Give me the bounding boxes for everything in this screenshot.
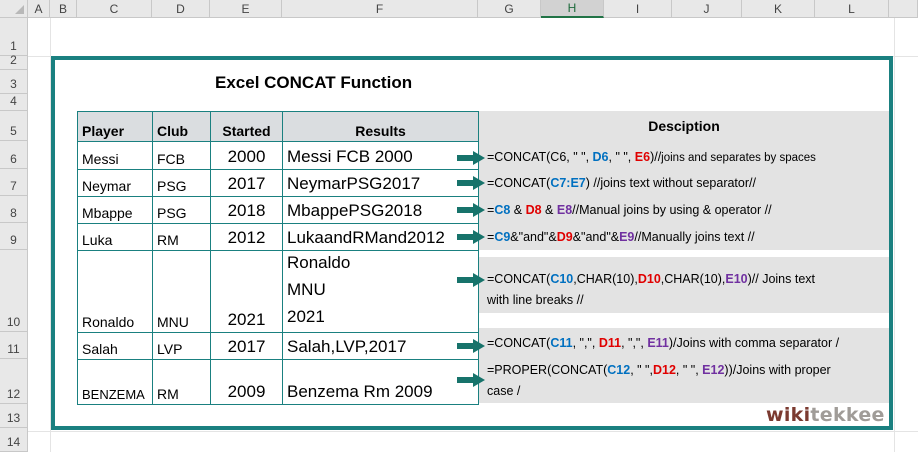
cell-club[interactable]: LVP bbox=[152, 332, 211, 360]
cell-result[interactable]: MbappePSG2018 bbox=[282, 196, 479, 224]
cell-result[interactable]: NeymarPSG2017 bbox=[282, 169, 479, 197]
cell-result[interactable]: Benzema Rm 2009 bbox=[282, 359, 479, 405]
cell-player[interactable]: Neymar bbox=[77, 169, 153, 197]
row-header-9[interactable]: 9 bbox=[0, 223, 28, 250]
arrow-right-icon bbox=[457, 151, 485, 165]
column-header-f[interactable]: F bbox=[282, 0, 478, 18]
arrow-right-icon bbox=[457, 339, 485, 353]
cell-player[interactable]: Mbappe bbox=[77, 196, 153, 224]
formula-description[interactable]: =CONCAT(C7:E7) //joins text without sepa… bbox=[487, 173, 756, 194]
cell-player[interactable]: BENZEMA bbox=[77, 359, 153, 405]
arrow-right-icon bbox=[457, 373, 485, 387]
cell-started[interactable]: 2000 bbox=[210, 141, 283, 170]
description-header: Desciption bbox=[648, 118, 720, 134]
header-player[interactable]: Player bbox=[77, 111, 153, 142]
arrow-right-icon bbox=[457, 203, 485, 217]
cell-result[interactable]: Messi FCB 2000 bbox=[282, 141, 479, 170]
row-header-4[interactable]: 4 bbox=[0, 94, 28, 111]
column-header-h[interactable]: H bbox=[541, 0, 604, 18]
column-header-i[interactable]: I bbox=[604, 0, 672, 18]
column-header-l[interactable]: L bbox=[815, 0, 889, 18]
cell-started[interactable]: 2021 bbox=[210, 250, 283, 333]
cell-result[interactable]: Salah,LVP,2017 bbox=[282, 332, 479, 360]
header-started[interactable]: Started bbox=[210, 111, 283, 142]
row-header-11[interactable]: 11 bbox=[0, 332, 28, 359]
row-header-8[interactable]: 8 bbox=[0, 196, 28, 223]
select-all-corner[interactable] bbox=[0, 0, 28, 18]
column-header-d[interactable]: D bbox=[152, 0, 210, 18]
column-header-k[interactable]: K bbox=[742, 0, 815, 18]
formula-description[interactable]: =CONCAT(C6, " ", D6, " ", E6)//joins and… bbox=[487, 147, 816, 169]
result-line: Ronaldo bbox=[287, 253, 351, 272]
gridline bbox=[28, 431, 918, 432]
row-header-13[interactable]: 13 bbox=[0, 404, 28, 428]
cell-player[interactable]: Ronaldo bbox=[77, 250, 153, 333]
column-header-e[interactable]: E bbox=[210, 0, 282, 18]
column-header-c[interactable]: C bbox=[77, 0, 152, 18]
column-header-j[interactable]: J bbox=[672, 0, 742, 18]
column-header-m[interactable] bbox=[889, 0, 918, 18]
header-club[interactable]: Club bbox=[152, 111, 211, 142]
sheet-title: Excel CONCAT Function bbox=[215, 73, 413, 92]
gridline bbox=[894, 18, 895, 452]
row-header-7[interactable]: 7 bbox=[0, 169, 28, 196]
column-header-a[interactable]: A bbox=[28, 0, 50, 18]
formula-description[interactable]: =PROPER(CONCAT(C12, " ",D12, " ", E12))/… bbox=[487, 360, 831, 402]
cell-player[interactable]: Messi bbox=[77, 141, 153, 170]
cell-player[interactable]: Salah bbox=[77, 332, 153, 360]
cell-club[interactable]: FCB bbox=[152, 141, 211, 170]
row-header-6[interactable]: 6 bbox=[0, 141, 28, 169]
result-line: MNU bbox=[287, 280, 326, 299]
arrow-right-icon bbox=[457, 176, 485, 190]
cell-club[interactable]: PSG bbox=[152, 196, 211, 224]
row-header-3[interactable]: 3 bbox=[0, 70, 28, 94]
cell-club[interactable]: PSG bbox=[152, 169, 211, 197]
cell-player[interactable]: Luka bbox=[77, 223, 153, 251]
arrow-right-icon bbox=[457, 273, 485, 287]
cell-club[interactable]: MNU bbox=[152, 250, 211, 333]
row-header-14[interactable]: 14 bbox=[0, 428, 28, 452]
cell-started[interactable]: 2018 bbox=[210, 196, 283, 224]
row-header-10[interactable]: 10 bbox=[0, 250, 28, 332]
formula-description[interactable]: =C8 & D8 & E8//Manual joins by using & o… bbox=[487, 200, 772, 221]
header-results[interactable]: Results bbox=[282, 111, 479, 142]
cell-started[interactable]: 2017 bbox=[210, 332, 283, 360]
formula-description[interactable]: =CONCAT(C10,CHAR(10),D10,CHAR(10),E10)//… bbox=[487, 269, 815, 311]
column-header-b[interactable]: B bbox=[50, 0, 77, 18]
cell-result[interactable]: LukaandRMand2012 bbox=[282, 223, 479, 251]
row-header-12[interactable]: 12 bbox=[0, 359, 28, 404]
formula-description[interactable]: =C9&"and"&D9&"and"&E9//Manually joins te… bbox=[487, 227, 755, 248]
cell-started[interactable]: 2017 bbox=[210, 169, 283, 197]
cell-club[interactable]: RM bbox=[152, 223, 211, 251]
result-line: 2021 bbox=[287, 307, 325, 326]
formula-description[interactable]: =CONCAT(C11, ",", D11, ",", E11)/Joins w… bbox=[487, 333, 839, 354]
wikitekkee-logo: wikitekkee bbox=[766, 404, 885, 426]
column-header-g[interactable]: G bbox=[478, 0, 541, 18]
cell-result-multiline[interactable]: Ronaldo MNU 2021 bbox=[282, 250, 479, 333]
cell-started[interactable]: 2012 bbox=[210, 223, 283, 251]
row-header-5[interactable]: 5 bbox=[0, 111, 28, 141]
row-header-2[interactable]: 2 bbox=[0, 53, 28, 70]
row-header-1[interactable]: 1 bbox=[0, 18, 28, 56]
cell-club[interactable]: RM bbox=[152, 359, 211, 405]
cell-started[interactable]: 2009 bbox=[210, 359, 283, 405]
arrow-right-icon bbox=[457, 230, 485, 244]
